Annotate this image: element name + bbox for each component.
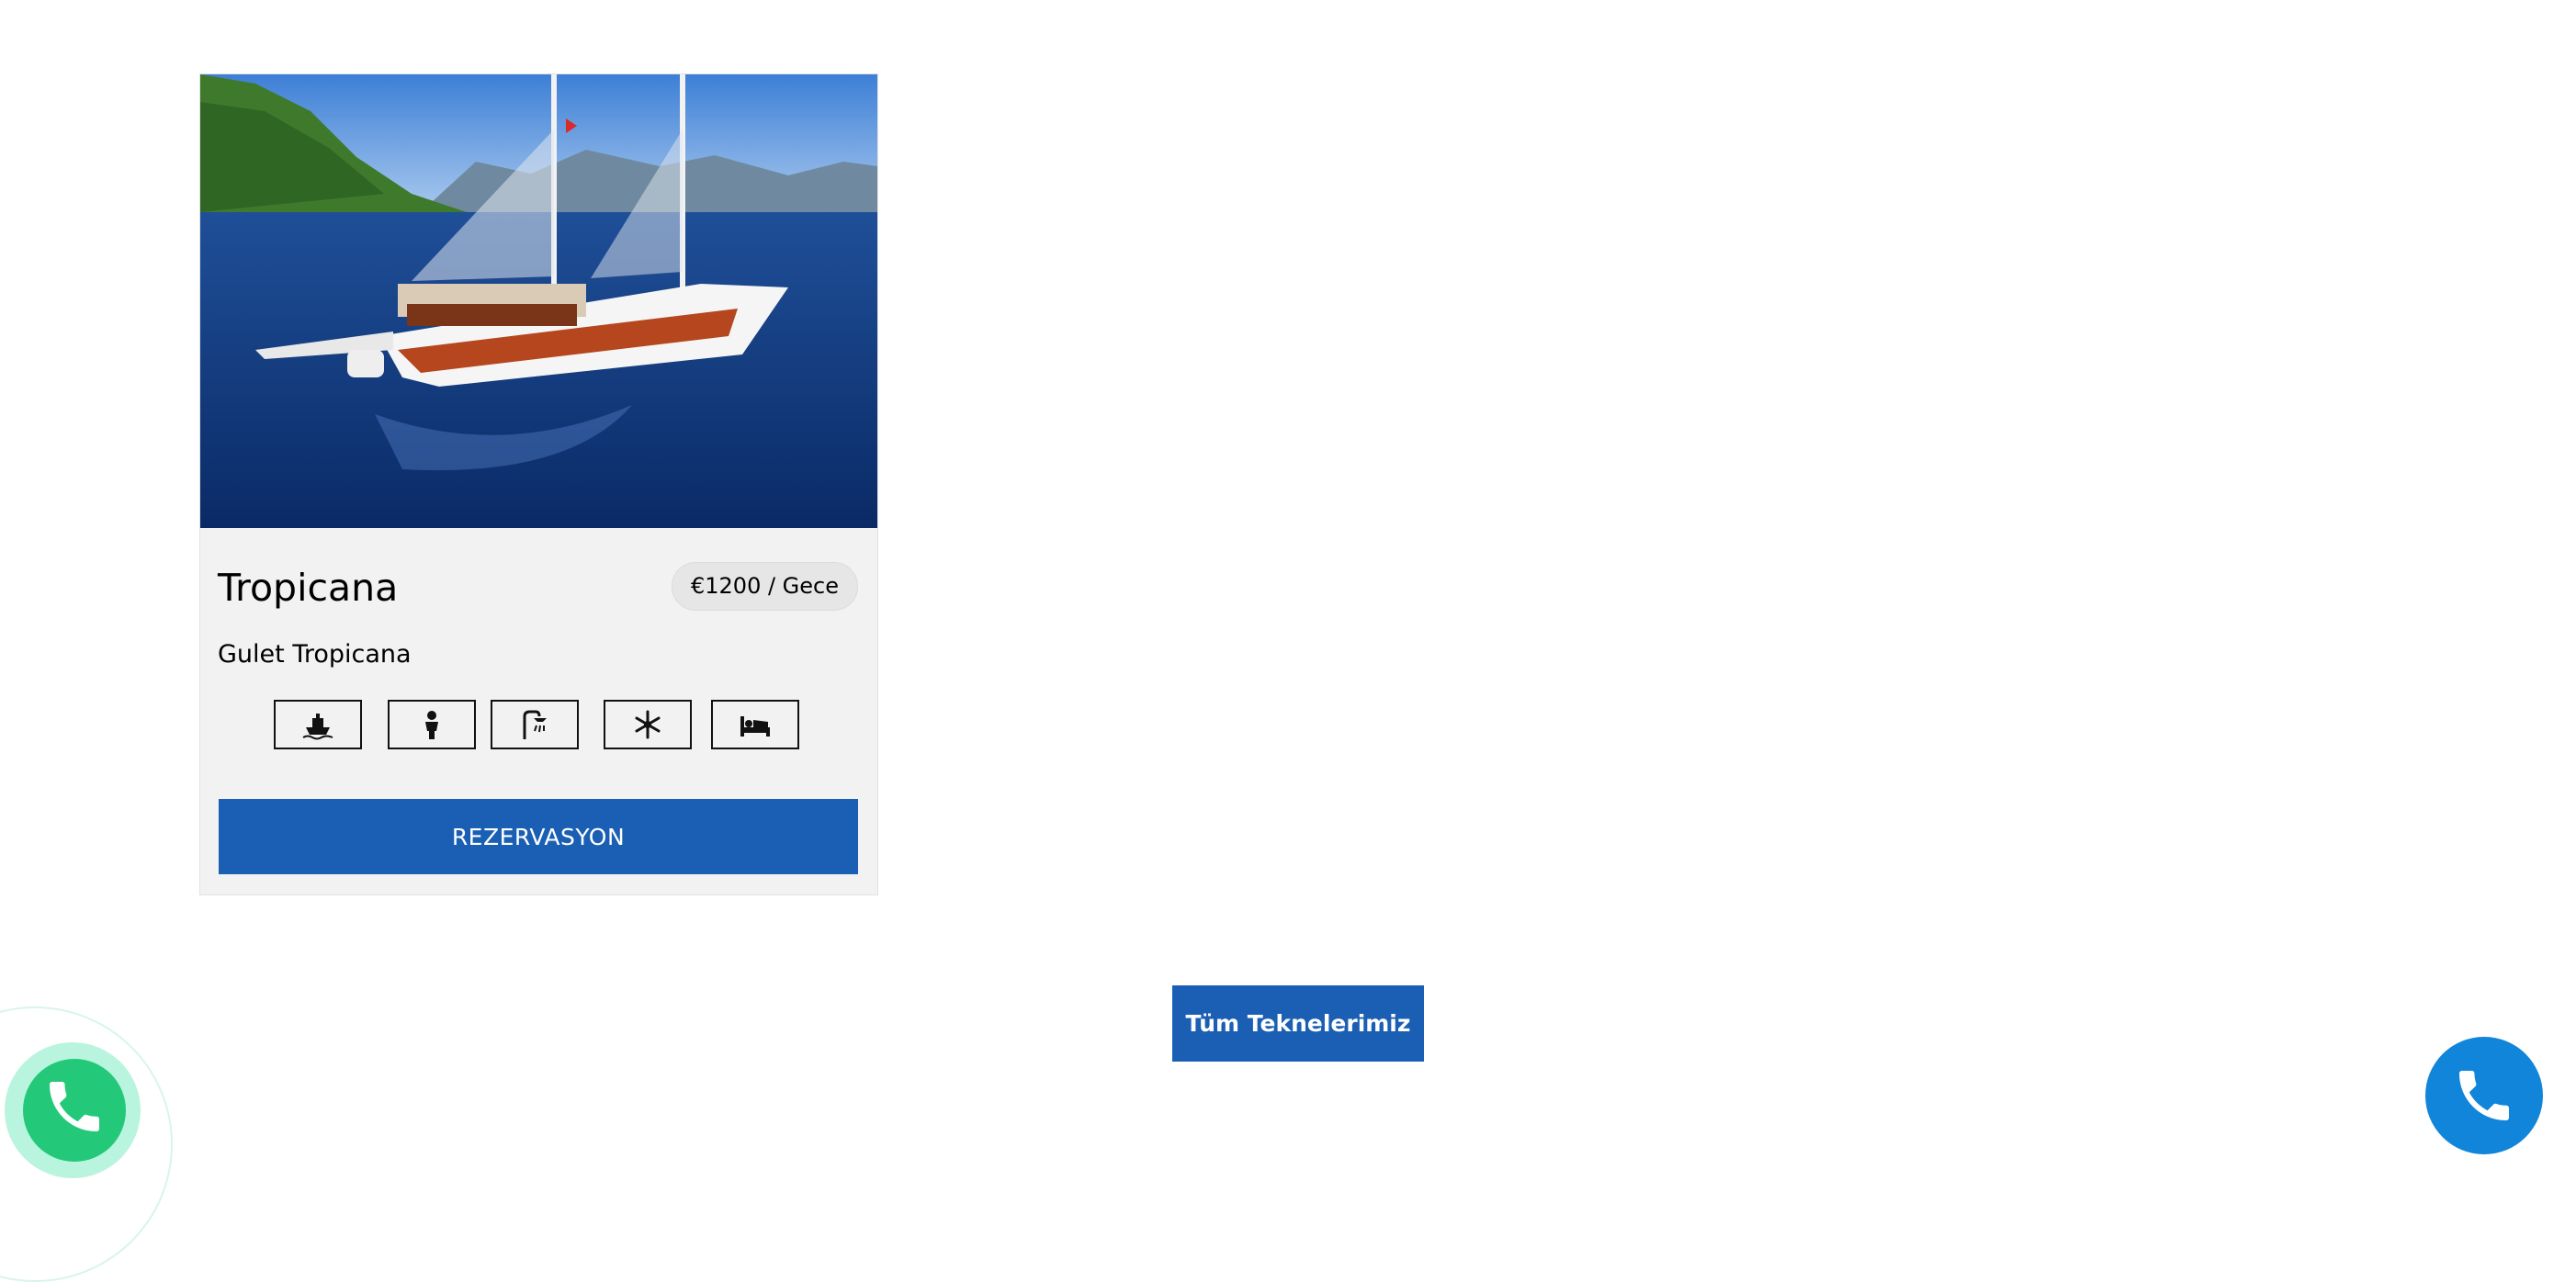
- call-button[interactable]: [2425, 1037, 2543, 1154]
- boat-card: Tropicana €1200 / Gece Gulet Tropicana R…: [199, 73, 878, 895]
- whatsapp-phone-icon[interactable]: [23, 1059, 126, 1162]
- all-boats-button[interactable]: Tüm Teknelerimiz: [1172, 985, 1424, 1062]
- feature-icons: [200, 700, 877, 753]
- shower-icon: [491, 700, 579, 749]
- boat-subtitle: Gulet Tropicana: [218, 640, 412, 669]
- reservation-button[interactable]: REZERVASYON: [219, 799, 858, 874]
- price-badge: €1200 / Gece: [671, 562, 858, 611]
- boat-photo[interactable]: [200, 74, 877, 528]
- captain-icon: [388, 700, 476, 749]
- ship-icon: [274, 700, 362, 749]
- bed-icon: [711, 700, 799, 749]
- phone-icon: [2459, 1071, 2509, 1120]
- snowflake-icon: [604, 700, 692, 749]
- boat-title[interactable]: Tropicana: [218, 566, 398, 611]
